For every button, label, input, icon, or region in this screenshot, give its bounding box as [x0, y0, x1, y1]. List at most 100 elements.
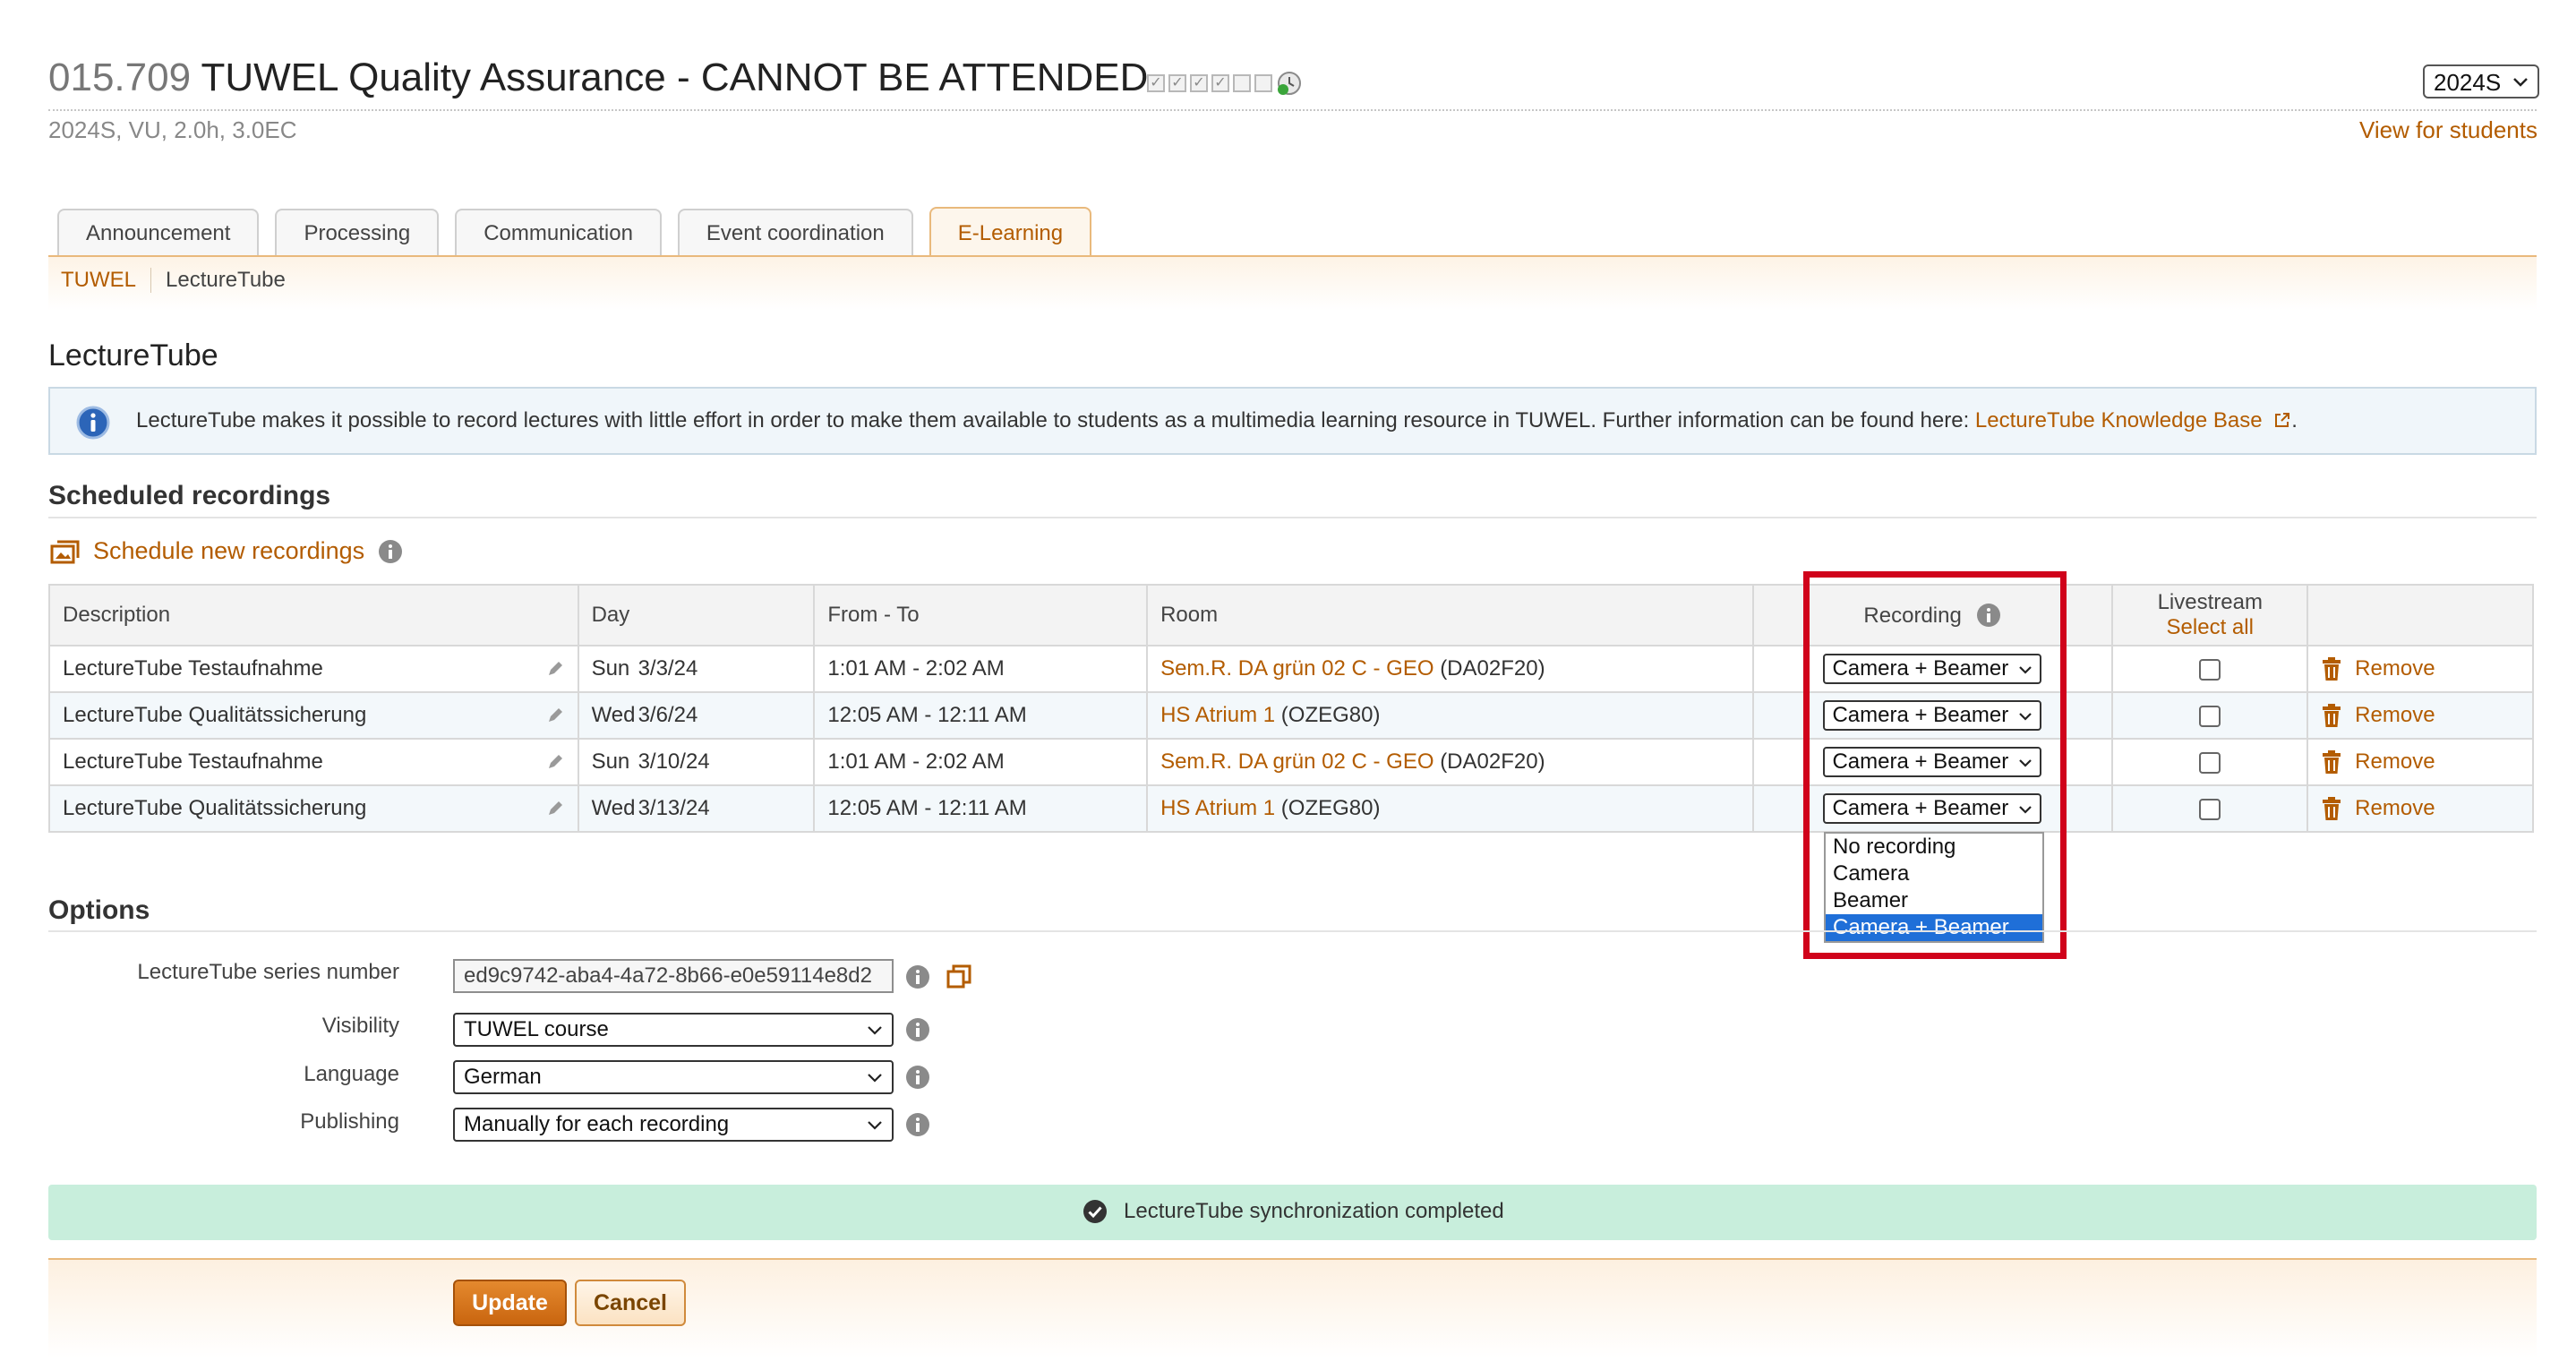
room-link[interactable]: Sem.R. DA grün 02 C - GEO [1160, 656, 1433, 681]
chevron-down-icon [868, 1121, 882, 1130]
info-icon [76, 406, 110, 440]
weekday: Sun [591, 656, 630, 681]
cancel-button[interactable]: Cancel [575, 1280, 686, 1326]
col-actions [2306, 584, 2534, 646]
help-info-icon[interactable] [904, 1016, 931, 1043]
cell-day: Wed 3/6/24 [577, 691, 816, 740]
time-range: 1:01 AM - 2:02 AM [813, 738, 1149, 786]
section-divider [48, 930, 2537, 932]
tab-e-learning[interactable]: E-Learning [929, 207, 1092, 257]
schedule-new-recordings: Schedule new recordings [50, 537, 404, 565]
weekday: Sun [591, 749, 630, 774]
section-divider [48, 517, 2537, 518]
action-bar [48, 1258, 2537, 1358]
semester-select[interactable]: 2024S [2423, 64, 2539, 98]
trash-icon[interactable] [2321, 749, 2342, 775]
room-link[interactable]: Sem.R. DA grün 02 C - GEO [1160, 749, 1433, 774]
info-text: LectureTube makes it possible to record … [136, 408, 2298, 433]
cell-description: LectureTube Qualitätssicherung [48, 691, 579, 740]
tab-announcement[interactable]: Announcement [57, 209, 260, 255]
room-code: (DA02F20) [1440, 656, 1545, 681]
col-room: Room [1146, 584, 1754, 646]
language-label: Language [304, 1062, 399, 1086]
help-info-icon[interactable] [904, 963, 931, 990]
status-clock-icon [1278, 72, 1301, 95]
livestream-checkbox[interactable] [2199, 658, 2221, 681]
table-header-row: Description Day From - To Room Recording… [48, 584, 2534, 646]
room-link[interactable]: HS Atrium 1 [1160, 796, 1275, 820]
check-circle-icon [1083, 1200, 1107, 1223]
cell-day: Wed 3/13/24 [577, 784, 816, 833]
trash-icon[interactable] [2321, 703, 2342, 728]
sync-status: LectureTube synchronization completed [1083, 1199, 1504, 1224]
language-select[interactable]: German [453, 1060, 894, 1094]
update-button[interactable]: Update [453, 1280, 567, 1326]
time-range: 1:01 AM - 2:02 AM [813, 645, 1149, 693]
trash-icon[interactable] [2321, 656, 2342, 681]
room-code: (OZEG80) [1280, 703, 1381, 727]
external-link-icon[interactable] [2273, 411, 2291, 429]
date: 3/3/24 [638, 656, 698, 681]
visibility-label: Visibility [321, 1014, 399, 1038]
remove-link[interactable]: Remove [2355, 656, 2435, 681]
video-icon[interactable] [50, 538, 81, 565]
table-row: LectureTube Testaufnahme Sun 3/3/24 1:01 … [48, 645, 2534, 693]
trash-icon[interactable] [2321, 796, 2342, 821]
help-info-icon[interactable] [377, 538, 404, 565]
view-for-students-link[interactable]: View for students [2359, 116, 2537, 144]
recording-description: LectureTube Qualitätssicherung [63, 703, 367, 727]
cell-description: LectureTube Testaufnahme [48, 738, 579, 786]
cell-livestream [2111, 784, 2309, 833]
cell-remove: Remove [2306, 738, 2534, 786]
col-from-to: From - To [813, 584, 1149, 646]
schedule-new-recordings-link[interactable]: Schedule new recordings [93, 537, 364, 565]
col-day: Day [577, 584, 816, 646]
room-link[interactable]: HS Atrium 1 [1160, 703, 1275, 727]
tab-communication[interactable]: Communication [455, 209, 662, 255]
course-name: TUWEL Quality Assurance - CANNOT BE ATTE… [201, 56, 1149, 99]
main-tabs: Announcement Processing Communication Ev… [57, 207, 1092, 257]
remove-link[interactable]: Remove [2355, 703, 2435, 728]
status-empty-icon [1254, 74, 1272, 92]
livestream-select-all[interactable]: Select all [2167, 615, 2254, 639]
livestream-checkbox[interactable] [2199, 798, 2221, 820]
livestream-checkbox[interactable] [2199, 705, 2221, 727]
copy-icon[interactable] [946, 963, 972, 990]
sync-message: LectureTube synchronization completed [1124, 1199, 1504, 1223]
livestream-checkbox[interactable] [2199, 751, 2221, 774]
help-info-icon[interactable] [904, 1111, 931, 1138]
subnav-separator [150, 268, 151, 293]
subnav-lecturetube: LectureTube [166, 268, 286, 292]
date: 3/13/24 [638, 796, 710, 820]
pencil-icon[interactable] [545, 659, 565, 679]
help-info-icon[interactable] [904, 1064, 931, 1091]
table-row: LectureTube Testaufnahme Sun 3/10/24 1:01… [48, 738, 2534, 786]
knowledge-base-link[interactable]: LectureTube Knowledge Base [1975, 408, 2263, 432]
tab-processing[interactable]: Processing [275, 209, 440, 255]
status-empty-icon [1233, 74, 1251, 92]
chevron-down-icon [868, 1074, 882, 1083]
cell-day: Sun 3/3/24 [577, 645, 816, 693]
remove-link[interactable]: Remove [2355, 796, 2435, 821]
time-range: 12:05 AM - 12:11 AM [813, 691, 1149, 740]
recording-column-highlight [1803, 571, 2067, 959]
subnav-tuwel[interactable]: TUWEL [61, 268, 136, 293]
weekday: Wed [591, 703, 636, 727]
info-suffix: . [2291, 408, 2298, 432]
cell-livestream [2111, 645, 2309, 693]
publishing-select-value: Manually for each recording [464, 1112, 730, 1136]
visibility-select[interactable]: TUWEL course [453, 1013, 894, 1047]
remove-link[interactable]: Remove [2355, 749, 2435, 775]
table-row: LectureTube Qualitätssicherung Wed 3/6/24… [48, 691, 2534, 740]
pencil-icon[interactable] [545, 752, 565, 772]
status-check-icon: ✓ [1211, 74, 1229, 92]
pencil-icon[interactable] [545, 706, 565, 725]
tab-event-coordination[interactable]: Event coordination [677, 209, 913, 255]
col-description: Description [48, 584, 579, 646]
series-number-field[interactable]: ed9c9742-aba4-4a72-8b66-e0e59114e8d2 [453, 959, 894, 993]
publishing-select[interactable]: Manually for each recording [453, 1108, 894, 1142]
pencil-icon[interactable] [545, 799, 565, 818]
cell-remove: Remove [2306, 691, 2534, 740]
col-livestream-label: Livestream [2157, 590, 2263, 614]
status-check-icon: ✓ [1168, 74, 1186, 92]
